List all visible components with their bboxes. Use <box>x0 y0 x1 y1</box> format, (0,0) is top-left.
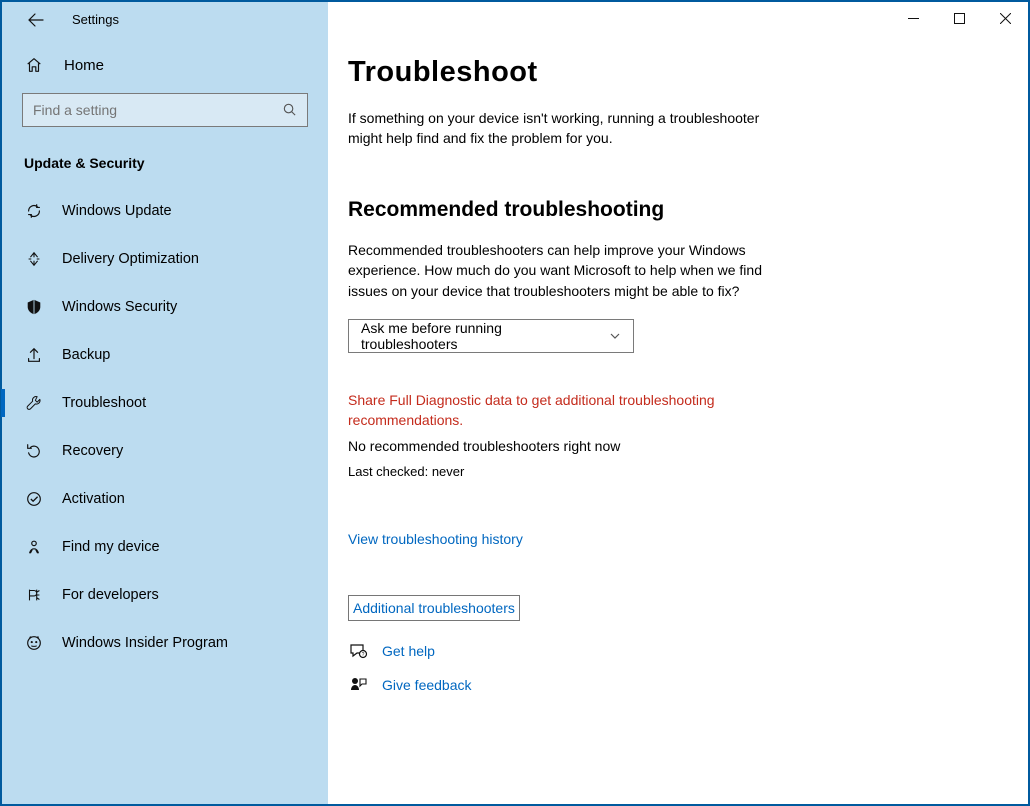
find-device-icon <box>24 537 44 557</box>
sidebar-item-find-my-device[interactable]: Find my device <box>2 523 328 571</box>
chevron-down-icon <box>609 330 621 342</box>
maximize-button[interactable] <box>936 2 982 34</box>
sidebar-item-backup[interactable]: Backup <box>2 331 328 379</box>
page-title: Troubleshoot <box>348 56 1008 89</box>
feedback-icon <box>348 675 368 695</box>
svg-text:?: ? <box>362 652 365 658</box>
minimize-button[interactable] <box>890 2 936 34</box>
no-recommended-text: No recommended troubleshooters right now <box>348 438 1008 454</box>
sidebar-item-windows-update[interactable]: Windows Update <box>2 187 328 235</box>
last-checked-text: Last checked: never <box>348 464 1008 479</box>
back-arrow-icon <box>28 12 44 28</box>
insider-icon <box>24 633 44 653</box>
history-link[interactable]: View troubleshooting history <box>348 531 523 547</box>
checkmark-icon <box>24 489 44 509</box>
sidebar-item-delivery-optimization[interactable]: Delivery Optimization <box>2 235 328 283</box>
sidebar-item-label: Windows Update <box>62 203 172 219</box>
back-button[interactable] <box>22 6 50 34</box>
close-icon <box>1000 13 1011 24</box>
sidebar-item-label: Windows Insider Program <box>62 635 228 651</box>
search-input[interactable] <box>22 93 308 127</box>
developers-icon <box>24 585 44 605</box>
home-icon <box>24 55 44 75</box>
sidebar-item-label: For developers <box>62 587 159 603</box>
sidebar-item-windows-security[interactable]: Windows Security <box>2 283 328 331</box>
recommended-dropdown[interactable]: Ask me before running troubleshooters <box>348 319 634 353</box>
sidebar-item-label: Recovery <box>62 443 123 459</box>
sidebar-item-label: Activation <box>62 491 125 507</box>
sidebar-nav: Windows Update Delivery Optimization Win… <box>2 181 328 667</box>
sidebar-item-troubleshoot[interactable]: Troubleshoot <box>2 379 328 427</box>
delivery-icon <box>24 249 44 269</box>
recovery-icon <box>24 441 44 461</box>
window-controls <box>890 2 1028 34</box>
sidebar-item-label: Windows Security <box>62 299 177 315</box>
minimize-icon <box>908 13 919 24</box>
sidebar-home[interactable]: Home <box>2 37 328 93</box>
shield-icon <box>24 297 44 317</box>
get-help-row[interactable]: ? Get help <box>348 641 1008 661</box>
sidebar: Settings Home Update & Security Windows … <box>2 2 328 804</box>
sidebar-item-activation[interactable]: Activation <box>2 475 328 523</box>
wrench-icon <box>24 393 44 413</box>
sidebar-home-label: Home <box>64 57 104 74</box>
sync-icon <box>24 201 44 221</box>
sidebar-item-recovery[interactable]: Recovery <box>2 427 328 475</box>
titlebar-left: Settings <box>2 2 328 37</box>
recommended-heading: Recommended troubleshooting <box>348 198 1008 222</box>
additional-troubleshooters-link[interactable]: Additional troubleshooters <box>348 595 520 621</box>
diagnostic-warning: Share Full Diagnostic data to get additi… <box>348 391 778 430</box>
intro-text: If something on your device isn't workin… <box>348 109 778 148</box>
give-feedback-row[interactable]: Give feedback <box>348 675 1008 695</box>
get-help-label: Get help <box>382 643 435 659</box>
search-icon <box>282 102 298 118</box>
maximize-icon <box>954 13 965 24</box>
sidebar-item-windows-insider[interactable]: Windows Insider Program <box>2 619 328 667</box>
sidebar-section-label: Update & Security <box>2 127 328 181</box>
sidebar-item-label: Backup <box>62 347 110 363</box>
recommended-desc: Recommended troubleshooters can help imp… <box>348 240 778 301</box>
app-title: Settings <box>72 12 119 27</box>
sidebar-item-for-developers[interactable]: For developers <box>2 571 328 619</box>
additional-troubleshooters-label: Additional troubleshooters <box>353 600 515 616</box>
close-button[interactable] <box>982 2 1028 34</box>
main-content: Troubleshoot If something on your device… <box>328 2 1028 804</box>
sidebar-item-label: Troubleshoot <box>62 395 146 411</box>
search-box[interactable] <box>22 93 308 127</box>
sidebar-item-label: Delivery Optimization <box>62 251 199 267</box>
give-feedback-label: Give feedback <box>382 677 472 693</box>
sidebar-item-label: Find my device <box>62 539 160 555</box>
backup-icon <box>24 345 44 365</box>
dropdown-value: Ask me before running troubleshooters <box>361 320 599 352</box>
help-icon: ? <box>348 641 368 661</box>
